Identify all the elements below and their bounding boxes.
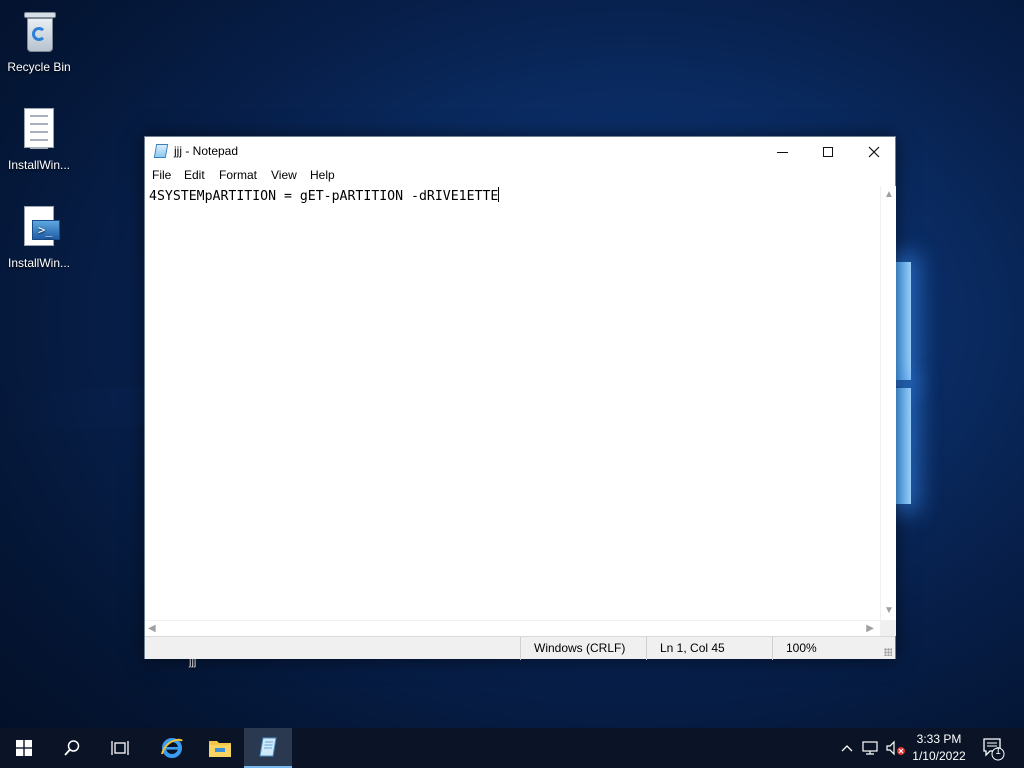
notepad-window: jjj - Notepad File Edit Format View Help… — [144, 136, 896, 660]
menu-format[interactable]: Format — [218, 168, 258, 182]
taskbar-internet-explorer[interactable] — [148, 728, 196, 768]
notepad-icon — [259, 737, 277, 757]
menu-bar: File Edit Format View Help — [145, 166, 895, 186]
scroll-up-icon[interactable]: ▲ — [884, 190, 894, 200]
scroll-right-icon[interactable]: ▶ — [866, 623, 874, 634]
scrollbar-corner — [880, 620, 896, 636]
vertical-scrollbar[interactable]: ▲ ▼ — [880, 186, 896, 620]
notification-count-badge: 1 — [995, 746, 1001, 757]
clock[interactable]: 3:33 PM 1/10/2022 — [908, 731, 970, 765]
start-button[interactable] — [0, 728, 48, 768]
menu-file[interactable]: File — [151, 168, 172, 182]
action-center-button[interactable]: 1 — [978, 736, 1008, 762]
status-cursor-position: Ln 1, Col 45 — [646, 637, 772, 660]
scroll-left-icon[interactable]: ◀ — [148, 623, 156, 634]
internet-explorer-icon — [161, 738, 183, 758]
task-view-icon — [111, 741, 129, 755]
text-document-icon — [18, 106, 60, 152]
close-button[interactable] — [851, 137, 897, 166]
resize-grip-icon[interactable] — [884, 648, 892, 656]
taskbar-file-explorer[interactable] — [196, 728, 244, 768]
desktop-icon-recycle-bin[interactable]: Recycle Bin — [4, 8, 74, 74]
status-encoding: Windows (CRLF) — [520, 637, 646, 660]
folder-icon — [209, 741, 231, 757]
minimize-button[interactable] — [759, 137, 805, 166]
window-title: jjj - Notepad — [174, 144, 239, 158]
maximize-icon — [823, 147, 833, 158]
notepad-icon — [153, 143, 169, 159]
taskbar: 3:33 PM 1/10/2022 1 — [0, 728, 1024, 768]
desktop-icon-label: InstallWin... — [7, 158, 70, 172]
status-zoom: 100% — [772, 637, 882, 660]
windows-logo-icon — [16, 740, 32, 756]
desktop-icon-installwin-text[interactable]: InstallWin... — [4, 106, 74, 172]
menu-view[interactable]: View — [270, 168, 298, 182]
recycle-bin-icon — [18, 8, 60, 54]
search-button[interactable] — [48, 728, 96, 768]
volume-button[interactable] — [885, 740, 907, 756]
clock-date: 1/10/2022 — [912, 749, 966, 763]
menu-edit[interactable]: Edit — [183, 168, 206, 182]
scroll-down-icon[interactable]: ▼ — [884, 606, 894, 616]
menu-help[interactable]: Help — [309, 168, 336, 182]
horizontal-scrollbar[interactable]: ◀ ▶ — [145, 620, 880, 636]
wallpaper-windows-logo — [895, 262, 915, 506]
show-hidden-icons-button[interactable] — [838, 728, 856, 768]
volume-muted-icon — [886, 740, 905, 756]
desktop-icon-label: Recycle Bin — [7, 60, 71, 74]
maximize-button[interactable] — [805, 137, 851, 166]
search-icon — [64, 740, 80, 756]
clock-time: 3:33 PM — [916, 732, 962, 746]
desktop-icon-installwin-script[interactable]: >_ InstallWin... — [4, 204, 74, 270]
powershell-script-icon: >_ — [18, 204, 60, 250]
taskbar-notepad[interactable] — [244, 728, 292, 768]
text-editor[interactable]: 4SYSTEMpARTITION = gET-pARTITION -dRIVE1… — [145, 186, 880, 620]
close-icon — [868, 146, 880, 158]
network-icon — [862, 741, 878, 755]
status-bar: Windows (CRLF) Ln 1, Col 45 100% — [145, 636, 895, 660]
task-view-button[interactable] — [96, 728, 144, 768]
title-bar[interactable]: jjj - Notepad — [145, 137, 895, 166]
desktop-icon-label: InstallWin... — [7, 256, 70, 270]
text-caret — [498, 187, 500, 202]
minimize-icon — [776, 151, 788, 153]
chevron-up-icon — [841, 745, 853, 752]
editor-content: 4SYSTEMpARTITION = gET-pARTITION -dRIVE1… — [149, 189, 499, 204]
notification-icon — [983, 738, 1005, 761]
network-button[interactable] — [861, 740, 881, 756]
